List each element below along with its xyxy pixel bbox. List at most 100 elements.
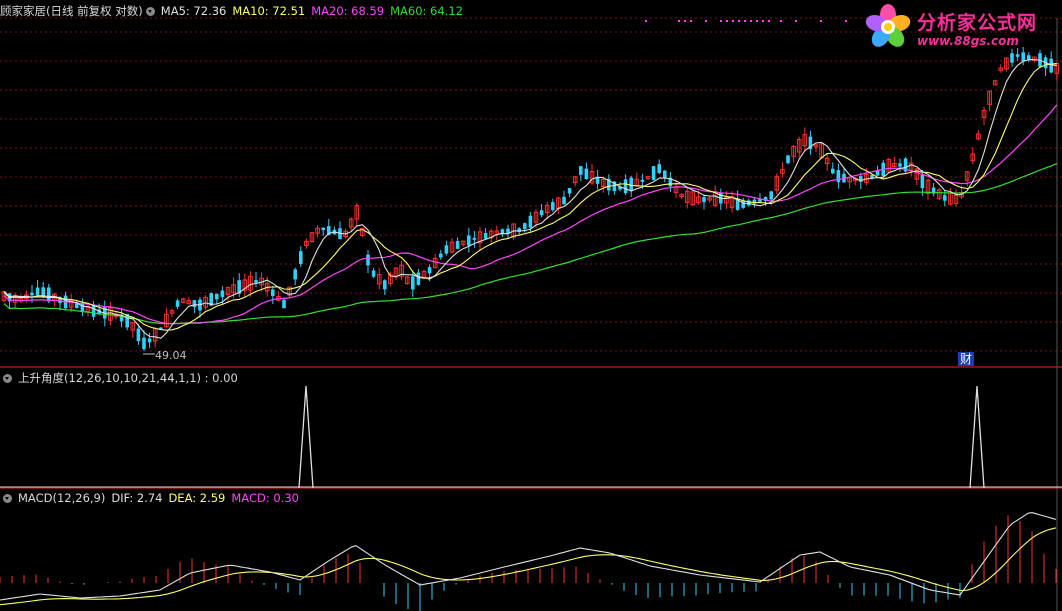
panel-menu-icon[interactable] <box>3 494 12 503</box>
candle-down <box>483 232 488 239</box>
angle-spike <box>298 385 314 489</box>
candle-down <box>584 168 589 180</box>
candle-down <box>920 174 925 189</box>
stock-title: 顾家家居(日线 前复权 对数) <box>0 4 143 18</box>
candle-down <box>1021 52 1025 61</box>
candle-down <box>47 287 51 302</box>
candle-down <box>831 168 835 174</box>
signal-dot <box>732 20 734 22</box>
candle-down <box>383 280 387 290</box>
main-panel-header: 顾家家居(日线 前复权 对数) MA5: 72.36 MA10: 72.51 MA20… <box>0 2 469 20</box>
signal-dot <box>768 20 770 22</box>
ma20-label: MA20: 68.59 <box>311 4 385 18</box>
angle-spike <box>969 385 985 489</box>
candle-down <box>91 304 96 317</box>
candle-down <box>192 300 197 308</box>
candle-down <box>321 227 325 231</box>
candle-down <box>254 279 258 283</box>
angle-panel-header: 上升角度(12,26,10,10,21,44,1,1) : 0.00 <box>0 369 244 387</box>
flower-logo-icon <box>865 4 911 47</box>
signal-dot <box>645 20 647 22</box>
candle-down <box>1015 54 1020 57</box>
low-price-label: 49.04 <box>155 349 187 362</box>
signal-dot <box>690 20 692 22</box>
candle-down <box>416 272 421 285</box>
candle-down <box>175 300 180 307</box>
candle-down <box>539 210 544 216</box>
signal-dot <box>750 20 752 22</box>
candle-down <box>786 155 790 164</box>
candle-down <box>30 292 34 296</box>
dif-label: DIF: 2.74 <box>111 491 163 505</box>
candle-down <box>657 164 661 174</box>
candle-down <box>299 251 303 265</box>
candle-down <box>898 163 902 167</box>
candle-down <box>769 191 773 200</box>
candle-down <box>455 241 460 249</box>
candle-down <box>472 237 477 240</box>
site-logo: 分析家公式网 www.88gs.com <box>862 2 1057 52</box>
candle-down <box>444 245 449 254</box>
candle-down <box>1010 53 1014 63</box>
candle-down <box>623 179 628 194</box>
candle-down <box>136 328 141 342</box>
chart-canvas[interactable] <box>0 0 1062 611</box>
candle-down <box>282 299 286 309</box>
logo-title: 分析家公式网 <box>917 12 1038 34</box>
candle-down <box>147 338 152 343</box>
panel-menu-icon[interactable] <box>3 374 12 383</box>
candle-down <box>523 223 527 230</box>
signal-dot <box>720 20 722 22</box>
candle-down <box>427 267 432 274</box>
signal-dot <box>684 20 686 22</box>
candle-down <box>640 179 645 182</box>
signal-dot <box>845 20 847 22</box>
candle-down <box>836 170 841 183</box>
signal-dot <box>756 20 758 22</box>
candle-down <box>943 195 947 201</box>
ma60-line <box>3 163 1058 325</box>
candle-down <box>467 235 471 246</box>
signal-dot <box>705 20 707 22</box>
macd-panel-header: MACD(12,26,9) DIF: 2.74 DEA: 2.59 MACD: 0.3… <box>0 489 305 507</box>
candle-down <box>439 253 443 258</box>
signal-dot <box>795 20 797 22</box>
signal-dot <box>780 20 782 22</box>
candle-down <box>702 197 706 203</box>
candle-down <box>271 289 275 297</box>
candle-down <box>41 287 45 296</box>
candle-down <box>220 290 225 298</box>
logo-url: www.88gs.com <box>917 34 1019 48</box>
ma10-line <box>3 63 1057 331</box>
candle-down <box>651 166 656 181</box>
signal-dot <box>744 20 746 22</box>
financial-event-badge[interactable]: 财 <box>958 352 975 366</box>
candle-down <box>35 287 40 295</box>
ma5-label: MA5: 72.36 <box>160 4 227 18</box>
signal-dot <box>726 20 728 22</box>
candle-down <box>411 276 415 290</box>
stock-chart-window[interactable]: 顾家家居(日线 前复权 对数) MA5: 72.36 MA10: 72.51 MA20… <box>0 0 1062 611</box>
angle-title: 上升角度(12,26,10,10,21,44,1,1) : 0.00 <box>18 371 238 385</box>
candle-down <box>663 170 667 179</box>
candle-down <box>579 166 583 175</box>
dif-line <box>0 512 1057 601</box>
candle-down <box>528 215 533 228</box>
candle-down <box>551 202 555 211</box>
candle-down <box>562 196 566 205</box>
macd-value-label: MACD: 0.30 <box>231 491 299 505</box>
candle-down <box>371 270 376 277</box>
panel-menu-icon[interactable] <box>145 7 155 16</box>
candle-down <box>215 293 219 300</box>
dea-line <box>0 527 1057 606</box>
candle-down <box>595 177 600 184</box>
signal-dot <box>678 20 680 22</box>
candle-down <box>142 337 146 350</box>
ma10-label: MA10: 72.51 <box>232 4 306 18</box>
signal-dot <box>738 20 740 22</box>
signal-dot <box>820 20 822 22</box>
candle-down <box>629 177 633 192</box>
ma5-line <box>3 58 1057 339</box>
candle-down <box>567 188 572 194</box>
macd-title: MACD(12,26,9) <box>18 491 106 505</box>
